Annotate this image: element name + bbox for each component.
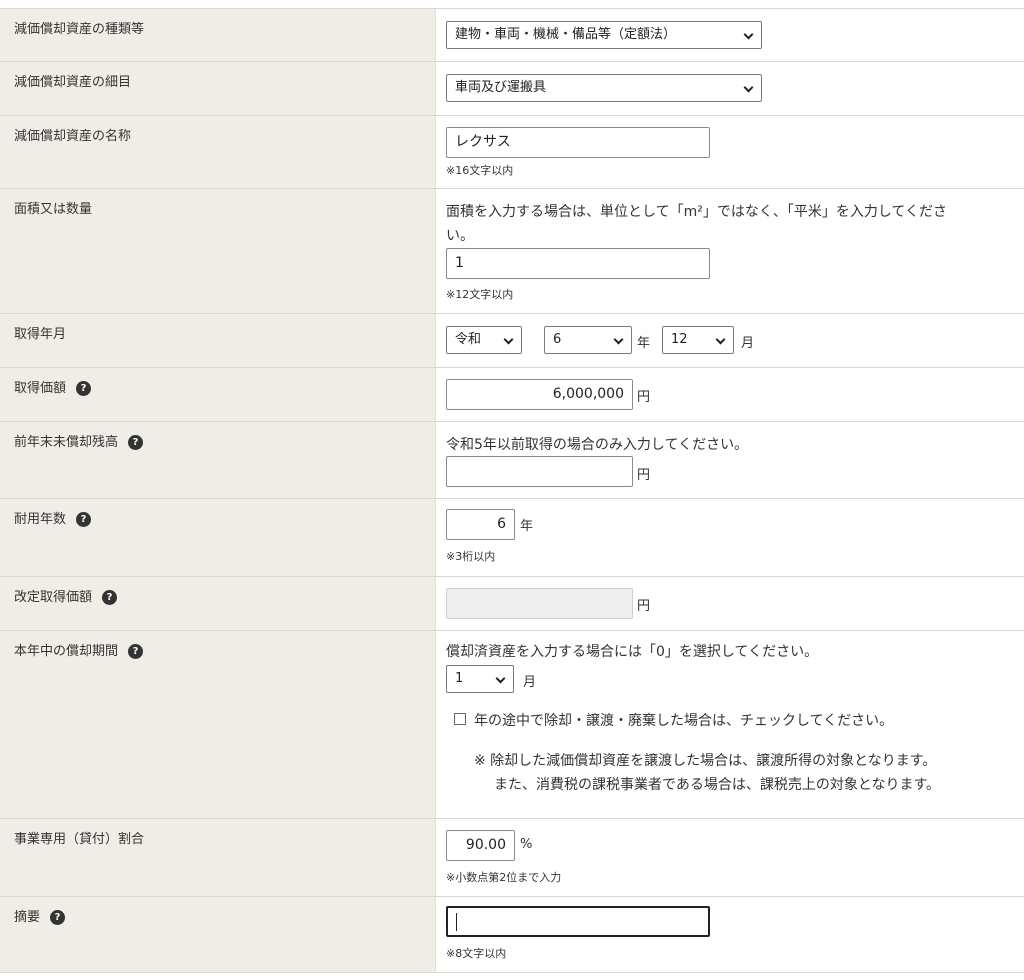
quantity-note: ※12文字以内 xyxy=(446,288,514,301)
label-useful-life: 耐用年数? xyxy=(0,499,436,576)
row-summary: 摘要? ※8文字以内 xyxy=(0,897,1024,973)
prev-balance-input[interactable] xyxy=(446,456,633,487)
label-asset-type: 減価償却資産の種類等 xyxy=(0,9,436,61)
label-acquisition-price-text: 取得価額 xyxy=(14,381,67,396)
asset-name-input[interactable]: レクサス xyxy=(446,127,710,158)
row-prev-balance: 前年末未償却残高? 令和5年以前取得の場合のみ入力してください。 円 xyxy=(0,422,1024,499)
disposal-warning-2: また、消費税の課税事業者である場合は、課税売上の対象となります。 xyxy=(494,777,941,793)
cell-acquired-date: 令和 6 年 12 月 xyxy=(436,314,1024,367)
text-cursor xyxy=(456,913,457,931)
label-prev-balance-text: 前年末未償却残高 xyxy=(14,435,119,450)
cell-summary: ※8文字以内 xyxy=(436,897,1024,972)
label-asset-name: 減価償却資産の名称 xyxy=(0,116,436,188)
cell-asset-name: レクサス ※16文字以内 xyxy=(436,116,1024,188)
label-summary-text: 摘要 xyxy=(14,910,41,925)
quantity-instruction-cont: い。 xyxy=(446,228,474,244)
revised-price-input xyxy=(446,588,633,619)
label-prev-balance: 前年末未償却残高? xyxy=(0,422,436,498)
acquisition-price-input[interactable]: 6,000,000 xyxy=(446,379,633,410)
row-asset-name: 減価償却資産の名称 レクサス ※16文字以内 xyxy=(0,116,1024,189)
label-revised-price-text: 改定取得価額 xyxy=(14,590,93,605)
summary-input[interactable] xyxy=(446,906,710,937)
quantity-instruction: 面積を入力する場合は、単位として「m²」ではなく、「平米」を入力してくださ xyxy=(446,204,947,220)
row-useful-life: 耐用年数? 6 年 ※3桁以内 xyxy=(0,499,1024,577)
cell-asset-detail: 車両及び運搬具 xyxy=(436,62,1024,115)
period-unit: 月 xyxy=(523,675,537,690)
help-icon[interactable]: ? xyxy=(128,435,144,450)
help-icon[interactable]: ? xyxy=(102,590,118,605)
disposal-warning-1: ※ 除却した減価償却資産を譲渡した場合は、譲渡所得の対象となります。 xyxy=(474,753,937,769)
asset-type-select[interactable]: 建物・車両・機械・備品等（定額法） xyxy=(446,21,762,49)
asset-detail-select[interactable]: 車両及び運搬具 xyxy=(446,74,762,102)
row-asset-detail: 減価償却資産の細目 車両及び運搬具 xyxy=(0,62,1024,116)
row-business-ratio: 事業専用（貸付）割合 90.00 % ※小数点第2位まで入力 xyxy=(0,819,1024,897)
useful-life-input[interactable]: 6 xyxy=(446,509,515,540)
row-asset-type: 減価償却資産の種類等 建物・車両・機械・備品等（定額法） xyxy=(0,8,1024,62)
business-ratio-unit: % xyxy=(520,837,533,852)
era-select[interactable]: 令和 xyxy=(446,326,522,354)
prev-balance-instruction: 令和5年以前取得の場合のみ入力してください。 xyxy=(446,437,749,453)
asset-name-note: ※16文字以内 xyxy=(446,164,514,177)
period-instruction: 償却済資産を入力する場合には「0」を選択してください。 xyxy=(446,644,819,660)
row-revised-price: 改定取得価額? 円 xyxy=(0,577,1024,631)
label-depreciation-period-text: 本年中の償却期間 xyxy=(14,644,119,659)
label-acquired-date: 取得年月 xyxy=(0,314,436,367)
cell-prev-balance: 令和5年以前取得の場合のみ入力してください。 円 xyxy=(436,422,1024,498)
help-icon[interactable]: ? xyxy=(76,381,92,396)
label-useful-life-text: 耐用年数 xyxy=(14,512,67,527)
row-acquisition-price: 取得価額? 6,000,000 円 xyxy=(0,368,1024,422)
year-select[interactable]: 6 xyxy=(544,326,632,354)
label-quantity: 面積又は数量 xyxy=(0,189,436,313)
cell-asset-type: 建物・車両・機械・備品等（定額法） xyxy=(436,9,1024,61)
cell-quantity: 面積を入力する場合は、単位として「m²」ではなく、「平米」を入力してくださ い。… xyxy=(436,189,1024,313)
business-ratio-note: ※小数点第2位まで入力 xyxy=(446,871,562,884)
label-acquisition-price: 取得価額? xyxy=(0,368,436,421)
disposal-checkbox-label[interactable]: 年の途中で除却・譲渡・廃棄した場合は、チェックしてください。 xyxy=(474,710,893,730)
row-depreciation-period: 本年中の償却期間? 償却済資産を入力する場合には「0」を選択してください。 1 … xyxy=(0,631,1024,819)
help-icon[interactable]: ? xyxy=(76,512,92,527)
help-icon[interactable]: ? xyxy=(128,644,144,659)
business-ratio-input[interactable]: 90.00 xyxy=(446,830,515,861)
cell-revised-price: 円 xyxy=(436,577,1024,630)
month-unit: 月 xyxy=(741,336,755,351)
cell-acquisition-price: 6,000,000 円 xyxy=(436,368,1024,421)
label-asset-detail: 減価償却資産の細目 xyxy=(0,62,436,115)
cell-useful-life: 6 年 ※3桁以内 xyxy=(436,499,1024,576)
useful-life-unit: 年 xyxy=(520,519,534,534)
prev-balance-unit: 円 xyxy=(637,468,651,483)
label-revised-price: 改定取得価額? xyxy=(0,577,436,630)
summary-note: ※8文字以内 xyxy=(446,947,507,960)
row-quantity: 面積又は数量 面積を入力する場合は、単位として「m²」ではなく、「平米」を入力し… xyxy=(0,189,1024,314)
month-select[interactable]: 12 xyxy=(662,326,734,354)
quantity-input[interactable]: 1 xyxy=(446,248,710,279)
label-depreciation-period: 本年中の償却期間? xyxy=(0,631,436,818)
disposal-checkbox[interactable] xyxy=(454,713,466,725)
cell-depreciation-period: 償却済資産を入力する場合には「0」を選択してください。 1 月 年の途中で除却・… xyxy=(436,631,1024,818)
help-icon[interactable]: ? xyxy=(50,910,66,925)
cell-business-ratio: 90.00 % ※小数点第2位まで入力 xyxy=(436,819,1024,896)
useful-life-note: ※3桁以内 xyxy=(446,550,496,563)
year-unit: 年 xyxy=(637,336,651,351)
revised-price-unit: 円 xyxy=(637,599,651,614)
label-business-ratio: 事業専用（貸付）割合 xyxy=(0,819,436,896)
period-select[interactable]: 1 xyxy=(446,665,514,693)
label-summary: 摘要? xyxy=(0,897,436,972)
row-acquired-date: 取得年月 令和 6 年 12 月 xyxy=(0,314,1024,368)
acquisition-price-unit: 円 xyxy=(637,390,651,405)
